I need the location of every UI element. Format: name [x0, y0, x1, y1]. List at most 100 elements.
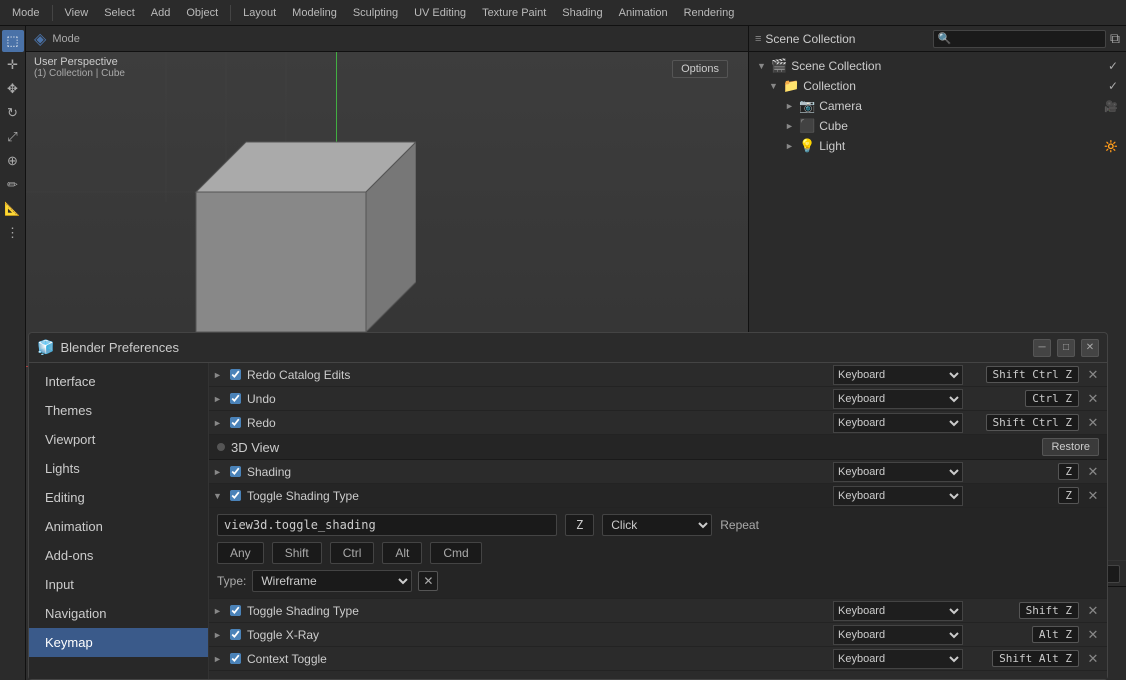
tree-camera[interactable]: ► 📷 Camera 🎥 — [749, 96, 1126, 116]
km-row-toggle-shading[interactable]: ▼ Toggle Shading Type Keyboard Z ✕ — [209, 484, 1107, 508]
tool-move[interactable]: ✥ — [2, 78, 24, 100]
km-input-select-redo[interactable]: Keyboard — [833, 413, 963, 433]
nav-input[interactable]: Input — [29, 570, 208, 599]
km-input-select-shading[interactable]: Keyboard — [833, 462, 963, 482]
tab-layout[interactable]: Layout — [237, 5, 282, 21]
km-row-undo[interactable]: ► Undo Keyboard Ctrl Z ✕ — [209, 387, 1107, 411]
mod-any[interactable]: Any — [217, 542, 264, 564]
tree-light[interactable]: ► 💡 Light 🔆 — [749, 136, 1126, 156]
tool-cursor[interactable]: ✛ — [2, 54, 24, 76]
tool-transform[interactable]: ⊕ — [2, 150, 24, 172]
menu-view[interactable]: View — [59, 5, 95, 21]
km-x-toggle-shading[interactable]: ✕ — [1083, 488, 1103, 504]
type-x-button[interactable]: ✕ — [418, 571, 438, 591]
km-row-toggle-shading-shift[interactable]: ► Toggle Shading Type Keyboard Shift Z ✕ — [209, 599, 1107, 623]
tab-uv-editing[interactable]: UV Editing — [408, 5, 472, 21]
km-input-select-redo-catalog[interactable]: Keyboard — [833, 365, 963, 385]
km-x-undo[interactable]: ✕ — [1083, 391, 1103, 407]
km-row-toggle-xray[interactable]: ► Toggle X-Ray Keyboard Alt Z ✕ — [209, 623, 1107, 647]
km-input-select-toggle-shading[interactable]: Keyboard — [833, 486, 963, 506]
checkbox-toggle-shading-shift[interactable] — [230, 605, 241, 616]
tree-scene-collection[interactable]: ▼ 🎬 Scene Collection ✓ — [749, 56, 1126, 76]
km-check-redo-catalog[interactable] — [227, 369, 243, 380]
opname-input[interactable]: view3d.toggle_shading — [217, 514, 557, 536]
outliner-search[interactable] — [933, 30, 1106, 48]
km-input-toggle-xray[interactable]: Keyboard — [833, 625, 963, 645]
km-check-redo[interactable] — [227, 417, 243, 428]
tab-sculpting[interactable]: Sculpting — [347, 5, 404, 21]
menu-add[interactable]: Add — [145, 5, 177, 21]
tab-modeling[interactable]: Modeling — [286, 5, 343, 21]
km-input-shading[interactable]: Keyboard — [833, 462, 963, 482]
menu-object[interactable]: Object — [180, 5, 224, 21]
section-restore-button[interactable]: Restore — [1042, 438, 1099, 456]
km-x-context-toggle[interactable]: ✕ — [1083, 651, 1103, 667]
nav-viewport[interactable]: Viewport — [29, 425, 208, 454]
key-button[interactable]: Z — [565, 514, 594, 536]
tool-measure[interactable]: 📐 — [2, 198, 24, 220]
checkbox-context-toggle[interactable] — [230, 653, 241, 664]
nav-animation[interactable]: Animation — [29, 512, 208, 541]
km-row-redo[interactable]: ► Redo Keyboard Shift Ctrl Z ✕ — [209, 411, 1107, 435]
km-row-context-toggle[interactable]: ► Context Toggle Keyboard Shift Alt Z ✕ — [209, 647, 1107, 671]
km-input-redo[interactable]: Keyboard — [833, 413, 963, 433]
maximize-button[interactable]: □ — [1057, 339, 1075, 357]
close-button[interactable]: ✕ — [1081, 339, 1099, 357]
nav-addons[interactable]: Add-ons — [29, 541, 208, 570]
tab-shading[interactable]: Shading — [556, 5, 608, 21]
visibility-icon[interactable]: ✓ — [1108, 59, 1118, 73]
checkbox-shading[interactable] — [230, 466, 241, 477]
checkbox-redo[interactable] — [230, 417, 241, 428]
km-input-toggle-shading[interactable]: Keyboard — [833, 486, 963, 506]
tool-scale[interactable]: ⤢ — [2, 126, 24, 148]
km-input-select-context-toggle[interactable]: Keyboard — [833, 649, 963, 669]
km-x-toggle-xray[interactable]: ✕ — [1083, 627, 1103, 643]
nav-themes[interactable]: Themes — [29, 396, 208, 425]
nav-interface[interactable]: Interface — [29, 367, 208, 396]
km-check-toggle-xray[interactable] — [227, 629, 243, 640]
km-input-toggle-shading-shift[interactable]: Keyboard — [833, 601, 963, 621]
km-row-redo-catalog[interactable]: ► Redo Catalog Edits Keyboard Shift Ctrl… — [209, 363, 1107, 387]
checkbox-toggle-shading[interactable] — [230, 490, 241, 501]
tree-collection[interactable]: ▼ 📁 Collection ✓ — [749, 76, 1126, 96]
km-check-toggle-shading[interactable] — [227, 490, 243, 501]
filter-icon[interactable]: ⧉ — [1110, 30, 1120, 47]
options-button[interactable]: Options — [672, 60, 728, 78]
menu-mode[interactable]: Mode — [6, 5, 46, 21]
mod-cmd[interactable]: Cmd — [430, 542, 481, 564]
mod-ctrl[interactable]: Ctrl — [330, 542, 375, 564]
nav-keymap[interactable]: Keymap — [29, 628, 208, 657]
km-check-toggle-shading-shift[interactable] — [227, 605, 243, 616]
km-input-select-undo[interactable]: Keyboard — [833, 389, 963, 409]
tree-cube[interactable]: ► ⬛ Cube — [749, 116, 1126, 136]
tool-rotate[interactable]: ↻ — [2, 102, 24, 124]
km-check-context-toggle[interactable] — [227, 653, 243, 664]
km-x-shading[interactable]: ✕ — [1083, 464, 1103, 480]
menu-select[interactable]: Select — [98, 5, 141, 21]
mod-shift[interactable]: Shift — [272, 542, 322, 564]
type-select[interactable]: Wireframe Solid Material Preview Rendere… — [252, 570, 412, 592]
nav-navigation[interactable]: Navigation — [29, 599, 208, 628]
km-x-toggle-shading-shift[interactable]: ✕ — [1083, 603, 1103, 619]
tool-select[interactable]: ⬚ — [2, 30, 24, 52]
tab-animation[interactable]: Animation — [613, 5, 674, 21]
km-x-redo[interactable]: ✕ — [1083, 415, 1103, 431]
checkbox-redo-catalog[interactable] — [230, 369, 241, 380]
collection-vis-icon[interactable]: ✓ — [1108, 79, 1118, 93]
tab-texture-paint[interactable]: Texture Paint — [476, 5, 552, 21]
km-input-select-toggle-shading-shift[interactable]: Keyboard — [833, 601, 963, 621]
minimize-button[interactable]: ─ — [1033, 339, 1051, 357]
km-row-shading[interactable]: ► Shading Keyboard Z ✕ — [209, 460, 1107, 484]
km-check-shading[interactable] — [227, 466, 243, 477]
tool-extras[interactable]: ⋮ — [2, 222, 24, 244]
mod-alt[interactable]: Alt — [382, 542, 422, 564]
checkbox-toggle-xray[interactable] — [230, 629, 241, 640]
nav-editing[interactable]: Editing — [29, 483, 208, 512]
nav-lights[interactable]: Lights — [29, 454, 208, 483]
tab-rendering[interactable]: Rendering — [678, 5, 741, 21]
event-select[interactable]: Click Press Release — [602, 514, 712, 536]
km-input-select-toggle-xray[interactable]: Keyboard — [833, 625, 963, 645]
checkbox-undo[interactable] — [230, 393, 241, 404]
km-input-undo[interactable]: Keyboard — [833, 389, 963, 409]
km-input-redo-catalog[interactable]: Keyboard — [833, 365, 963, 385]
